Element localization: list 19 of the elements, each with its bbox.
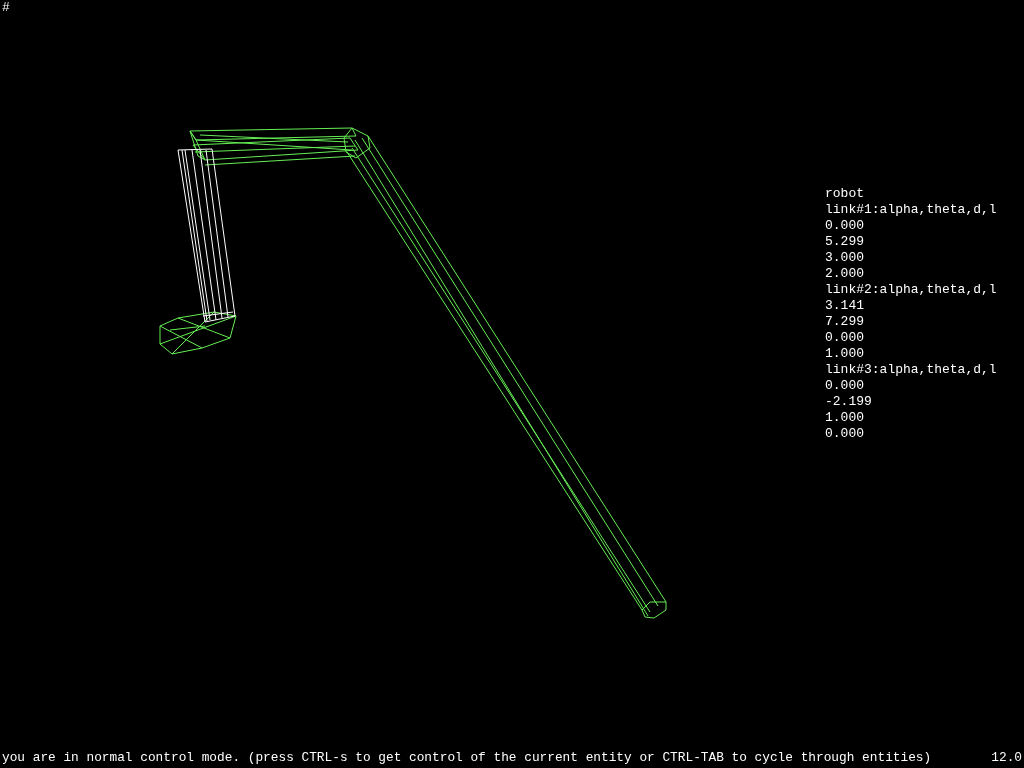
- link-parameter-value: 1.000: [825, 410, 865, 426]
- link-parameter-value: 1.000: [825, 346, 865, 362]
- link-parameter-header: link#1:alpha,theta,d,l: [825, 202, 997, 218]
- prompt-symbol: #: [2, 0, 10, 15]
- link-parameter-value: 3.000: [825, 250, 865, 266]
- link-parameter-header: link#3:alpha,theta,d,l: [825, 362, 997, 378]
- status-message: you are in normal control mode. (press CTRL-s to get control of the current entity or CTRL-TAB to cycle through entities): [2, 749, 932, 765]
- link-parameter-value: 0.000: [825, 378, 865, 394]
- link-parameter-value: 0.000: [825, 426, 865, 442]
- link-parameter-value: 5.299: [825, 234, 865, 250]
- link-parameter-value: 3.141: [825, 298, 865, 314]
- entity-name: robot: [825, 186, 865, 202]
- link-parameter-value: 0.000: [825, 218, 865, 234]
- link-parameter-header: link#2:alpha,theta,d,l: [825, 282, 997, 298]
- link-parameter-value: -2.199: [825, 394, 873, 410]
- link-parameter-value: 0.000: [825, 330, 865, 346]
- link-parameter-value: 2.000: [825, 266, 865, 282]
- status-value: 12.0: [991, 749, 1022, 765]
- link-parameter-value: 7.299: [825, 314, 865, 330]
